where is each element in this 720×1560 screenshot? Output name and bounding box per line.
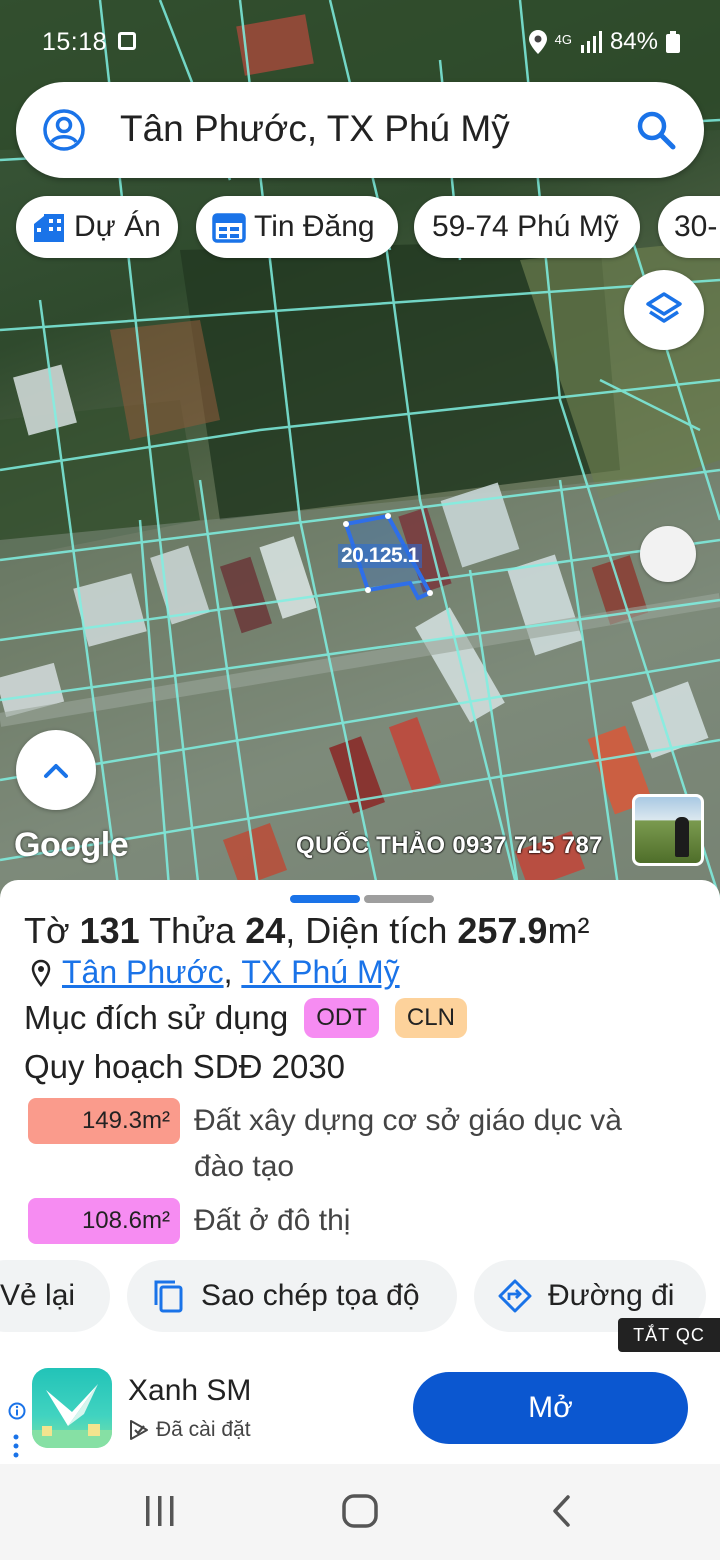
redraw-label: Vẻ lại bbox=[0, 1279, 76, 1312]
chip-30[interactable]: 30- bbox=[658, 196, 720, 258]
copy-icon bbox=[154, 1280, 183, 1313]
ad-app-name: Xanh SM bbox=[128, 1374, 252, 1407]
layers-icon bbox=[646, 292, 682, 323]
notification-icon bbox=[118, 32, 136, 50]
parcel-dimension-label: 20.125.1 bbox=[338, 544, 422, 568]
copy-coordinates-label: Sao chép tọa độ bbox=[201, 1279, 420, 1312]
status-time: 15:18 bbox=[42, 28, 108, 56]
area-label: , Diện tích bbox=[285, 910, 448, 951]
search-icon[interactable] bbox=[634, 108, 678, 152]
redraw-button[interactable]: Vẻ lại bbox=[0, 1260, 110, 1332]
plan-description: Đất xây dựng cơ sở giáo dục và đào tạo bbox=[194, 1104, 622, 1183]
chip-du-an[interactable]: Dự Án bbox=[16, 196, 178, 258]
back-icon[interactable] bbox=[550, 1494, 574, 1528]
copy-coordinates-button[interactable]: Sao chép tọa độ bbox=[127, 1260, 457, 1332]
street-view-thumbnail[interactable] bbox=[632, 794, 704, 866]
chip-label: Tin Đăng bbox=[254, 210, 375, 243]
parcel-info-sheet: Tờ 131 Thửa 24, Diện tích 257.9m² Tân Ph… bbox=[0, 880, 720, 1350]
map-control-dot[interactable] bbox=[640, 526, 696, 582]
sheet-number: 131 bbox=[79, 910, 140, 951]
chip-label: Dự Án bbox=[74, 210, 161, 243]
signal-icon bbox=[580, 31, 602, 53]
expand-button[interactable] bbox=[16, 730, 96, 810]
search-bar[interactable]: Tân Phước, TX Phú Mỹ bbox=[16, 82, 704, 178]
status-bar: 15:18 4G 84% bbox=[0, 22, 720, 66]
chip-tin-dang[interactable]: Tin Đăng bbox=[196, 196, 398, 258]
calendar-icon bbox=[212, 213, 246, 243]
home-icon[interactable] bbox=[342, 1494, 378, 1528]
chip-59-74-phu-my[interactable]: 59-74 Phú Mỹ bbox=[414, 196, 640, 258]
page-indicator[interactable] bbox=[290, 890, 438, 908]
filter-chips: Dự Án Tin Đăng 59-74 Phú Mỹ 30- bbox=[16, 196, 720, 258]
location-separator: , bbox=[223, 954, 242, 990]
plan-area-badge: 149.3m² bbox=[28, 1098, 180, 1144]
ward-link[interactable]: Tân Phước bbox=[62, 954, 224, 991]
sheet-label: Tờ bbox=[24, 910, 70, 951]
plan-area-badge: 108.6m² bbox=[28, 1198, 180, 1244]
plan-item: 149.3m² Đất xây dựng cơ sở giáo dục và đ… bbox=[28, 1098, 674, 1190]
person-figure bbox=[675, 817, 689, 857]
network-type: 4G bbox=[554, 31, 572, 47]
chevron-up-icon bbox=[44, 764, 68, 778]
parcel-title: Tờ 131 Thửa 24, Diện tích 257.9m² bbox=[24, 910, 589, 952]
plan-item: 108.6m² Đất ở đô thị bbox=[28, 1198, 674, 1244]
pin-icon bbox=[31, 959, 51, 987]
recent-apps-icon[interactable] bbox=[144, 1494, 176, 1528]
layers-button[interactable] bbox=[624, 270, 704, 350]
xanh-sm-app-icon[interactable] bbox=[32, 1368, 112, 1448]
directions-label: Đường đi bbox=[548, 1279, 675, 1312]
page-dot-active bbox=[290, 895, 360, 903]
battery-icon bbox=[666, 31, 680, 53]
tag-cln: CLN bbox=[394, 998, 467, 1038]
purpose-label: Mục đích sử dụng bbox=[24, 999, 289, 1036]
ad-banner: Xanh SM Đã cài đặt Mở bbox=[0, 1352, 720, 1464]
location-icon bbox=[528, 30, 547, 54]
info-icon[interactable] bbox=[8, 1402, 26, 1420]
building-icon bbox=[34, 214, 64, 242]
google-attribution: Google bbox=[14, 826, 129, 864]
page-dot bbox=[364, 895, 434, 903]
ad-install-status: Đã cài đặt bbox=[128, 1418, 251, 1442]
plan-title: Quy hoạch SDĐ 2030 bbox=[24, 1048, 346, 1085]
system-nav-bar bbox=[0, 1464, 720, 1560]
directions-icon bbox=[498, 1279, 532, 1313]
plan-description: Đất ở đô thị bbox=[194, 1204, 351, 1237]
town-link[interactable]: TX Phú Mỹ bbox=[241, 954, 399, 991]
area-value: 257.9 bbox=[457, 910, 548, 951]
location-row: Tân Phước, TX Phú Mỹ bbox=[30, 954, 400, 991]
battery-percent: 84% bbox=[609, 28, 658, 55]
ad-status-label: Đã cài đặt bbox=[156, 1418, 251, 1441]
close-ad-button[interactable]: TẮT QC bbox=[618, 1318, 720, 1352]
plot-label: Thửa bbox=[149, 910, 236, 951]
map-view[interactable]: 20.125.1 15:18 4G 84% Tân Phước, TX Phú … bbox=[0, 0, 720, 900]
account-icon[interactable] bbox=[42, 108, 86, 152]
land-use-purpose: Mục đích sử dụng ODT CLN bbox=[24, 998, 467, 1038]
action-buttons: Vẻ lại Sao chép tọa độ Đường đi bbox=[0, 1260, 720, 1332]
search-input[interactable]: Tân Phước, TX Phú Mỹ bbox=[120, 108, 510, 150]
area-unit: m² bbox=[547, 910, 590, 951]
chip-label: 59-74 Phú Mỹ bbox=[432, 210, 619, 243]
installed-icon bbox=[130, 1420, 148, 1440]
app-logo-icon bbox=[32, 1384, 112, 1448]
status-indicators: 4G 84% bbox=[528, 28, 680, 56]
chip-label: 30- bbox=[674, 210, 718, 243]
more-options-icon[interactable] bbox=[13, 1434, 19, 1458]
watermark-text: QUỐC THẢO 0937 715 787 bbox=[296, 832, 603, 859]
plot-number: 24 bbox=[245, 910, 286, 951]
open-app-button[interactable]: Mở bbox=[413, 1372, 688, 1444]
tag-odt: ODT bbox=[304, 998, 379, 1038]
